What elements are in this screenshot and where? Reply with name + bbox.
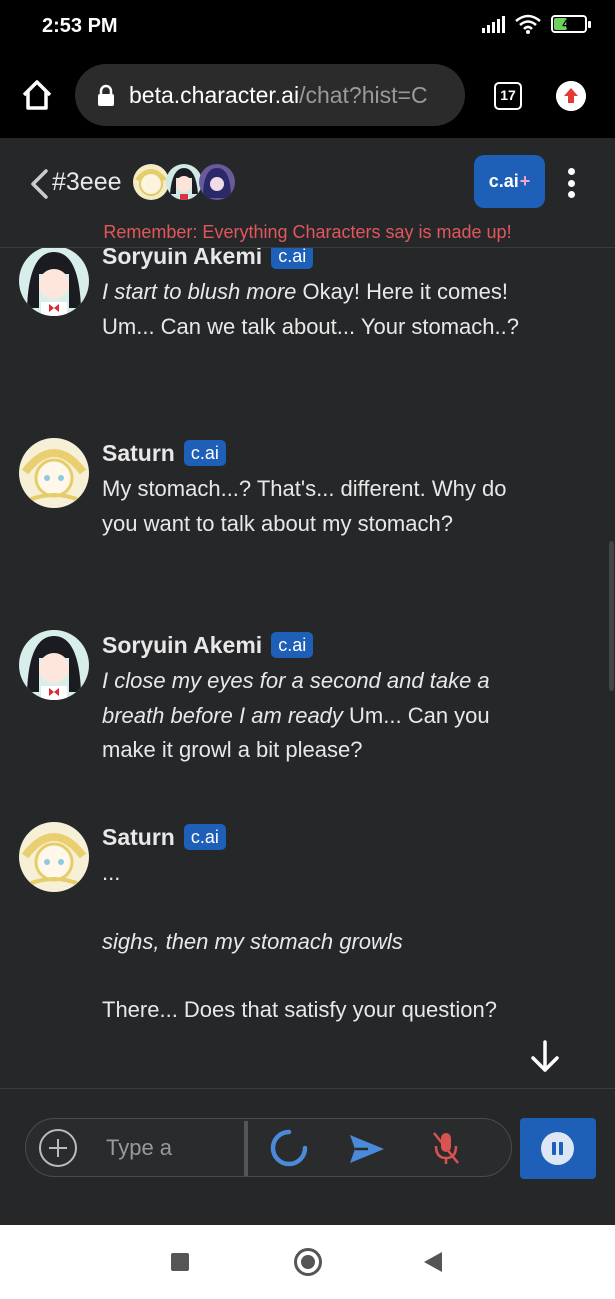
cai-badge: c.ai (271, 248, 314, 269)
avatar-soryuin-akemi[interactable] (19, 248, 89, 316)
composer-area (0, 1088, 615, 1225)
cai-plus-button[interactable]: c.ai + (474, 155, 545, 208)
back-chevron-icon[interactable] (28, 168, 50, 200)
message-action: sighs, then my stomach growls (102, 925, 542, 960)
status-bar: 2:53 PM 42 (0, 0, 615, 52)
more-options-icon[interactable] (566, 168, 576, 198)
pause-button[interactable] (520, 1118, 596, 1179)
url-host: beta.character.ai (129, 81, 300, 108)
wifi-icon (515, 14, 541, 34)
url-text: beta.character.ai/chat?hist=C (129, 82, 428, 109)
message-text: I close my eyes for a second and take a … (102, 664, 542, 768)
sender-name: Soryuin Akemi (102, 248, 263, 269)
message-action: I start to blush more (102, 279, 297, 304)
avatar-third-character (199, 164, 235, 200)
signal-icon (482, 15, 505, 33)
sender-name: Soryuin Akemi (102, 631, 263, 658)
tab-switcher-button[interactable]: 17 (494, 82, 522, 110)
add-attachment-button[interactable] (39, 1129, 77, 1167)
mic-muted-icon[interactable] (431, 1130, 461, 1166)
text-caret (244, 1121, 248, 1176)
cai-badge: c.ai (271, 632, 314, 658)
cai-badge: c.ai (183, 824, 226, 850)
battery-icon: 42 (551, 15, 591, 33)
sender-name: Saturn (102, 439, 175, 466)
cai-badge: c.ai (183, 440, 226, 466)
cai-plus-label: c.ai (488, 171, 519, 191)
status-icons: 42 (482, 14, 591, 34)
address-bar[interactable]: beta.character.ai/chat?hist=C (75, 64, 465, 126)
message-input[interactable] (106, 1129, 241, 1167)
pause-icon (541, 1132, 574, 1165)
disclaimer-text: Remember: Everything Characters say is m… (103, 222, 512, 242)
avatar-saturn (133, 164, 169, 200)
chat-header: #3eee c.ai + Remember: Everything Charact… (0, 138, 615, 248)
participant-avatars[interactable] (133, 164, 235, 200)
message-line: There... Does that satisfy your question… (102, 997, 497, 1022)
message-action-text: sighs, then my stomach growls (102, 928, 403, 954)
browser-toolbar: beta.character.ai/chat?hist=C 17 (0, 52, 615, 138)
sender-name: Saturn (102, 823, 175, 850)
home-circle-icon[interactable] (294, 1248, 322, 1276)
avatar-soryuin-akemi[interactable] (19, 630, 89, 700)
message-line: ... (102, 860, 121, 885)
chat-title[interactable]: #3eee (52, 168, 122, 197)
home-icon[interactable] (20, 78, 54, 112)
message-text: ... sighs, then my stomach growls There.… (102, 856, 542, 1028)
message-text: My stomach...? That's... different. Why … (102, 476, 507, 536)
avatar-saturn[interactable] (19, 822, 89, 892)
lock-icon (98, 84, 114, 106)
message-text: I start to blush more Okay! Here it come… (102, 275, 542, 344)
recents-icon[interactable] (171, 1253, 189, 1271)
system-nav-bar (0, 1225, 615, 1299)
cai-plus-sign: + (519, 171, 531, 191)
avatar-soryuin-akemi (166, 164, 202, 200)
update-icon[interactable] (556, 81, 586, 111)
message-list[interactable]: Soryuin Akemi c.ai I start to blush more … (0, 248, 615, 1088)
url-path: /chat?hist=C (299, 81, 428, 108)
back-triangle-icon[interactable] (424, 1252, 442, 1272)
battery-level: 42 (562, 17, 576, 31)
status-time: 2:53 PM (42, 15, 118, 37)
send-icon[interactable] (348, 1132, 386, 1166)
avatar-saturn[interactable] (19, 438, 89, 508)
message-composer (25, 1118, 512, 1177)
scroll-down-arrow-icon[interactable] (524, 1036, 566, 1078)
scrollbar-thumb[interactable] (609, 541, 614, 691)
loading-spinner-icon (270, 1129, 308, 1167)
